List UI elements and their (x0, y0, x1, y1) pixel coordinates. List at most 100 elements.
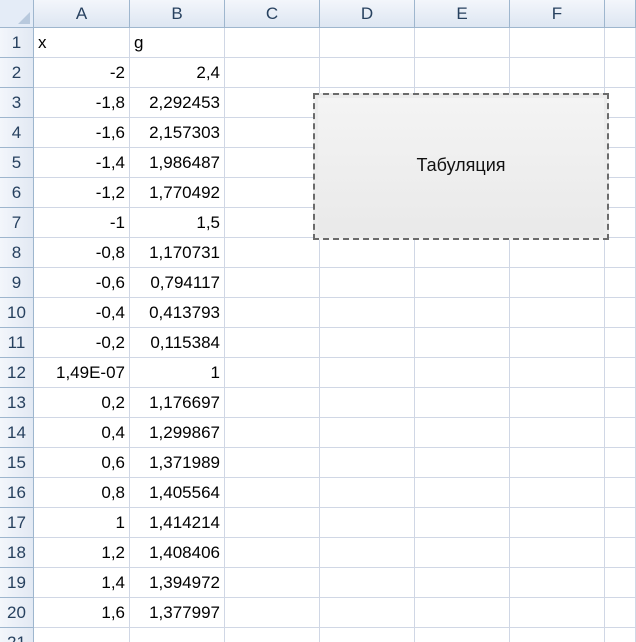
row-header[interactable]: 14 (0, 418, 34, 448)
cell[interactable] (510, 538, 605, 568)
cell[interactable] (605, 118, 636, 148)
cell[interactable] (415, 328, 510, 358)
row-header[interactable]: 5 (0, 148, 34, 178)
cell[interactable]: 0,794117 (130, 268, 225, 298)
cell[interactable] (415, 58, 510, 88)
cell[interactable]: -0,8 (34, 238, 130, 268)
row-header[interactable]: 21 (0, 628, 34, 642)
row-header[interactable]: 15 (0, 448, 34, 478)
row-header[interactable]: 20 (0, 598, 34, 628)
cell[interactable] (225, 568, 320, 598)
cell[interactable] (510, 448, 605, 478)
cell[interactable]: -0,4 (34, 298, 130, 328)
cell[interactable] (510, 388, 605, 418)
cell[interactable] (605, 568, 636, 598)
cell[interactable] (225, 118, 320, 148)
cell[interactable] (605, 328, 636, 358)
cell[interactable] (415, 418, 510, 448)
row-header[interactable]: 2 (0, 58, 34, 88)
cell[interactable]: 0,4 (34, 418, 130, 448)
cell[interactable]: 1,170731 (130, 238, 225, 268)
cell[interactable]: 1,299867 (130, 418, 225, 448)
cell[interactable] (225, 448, 320, 478)
cell[interactable]: 1,408406 (130, 538, 225, 568)
row-header[interactable]: 3 (0, 88, 34, 118)
cell[interactable] (605, 238, 636, 268)
cell[interactable]: 1,49E-07 (34, 358, 130, 388)
cell[interactable] (605, 448, 636, 478)
cell[interactable]: 1,176697 (130, 388, 225, 418)
cell[interactable] (605, 28, 636, 58)
cell[interactable]: x (34, 28, 130, 58)
cell[interactable]: -1 (34, 208, 130, 238)
cell[interactable] (605, 148, 636, 178)
cell[interactable]: 1 (130, 358, 225, 388)
cell[interactable]: -2 (34, 58, 130, 88)
cell[interactable] (225, 388, 320, 418)
tabulation-button[interactable]: Табуляция (313, 93, 609, 240)
cell[interactable] (225, 598, 320, 628)
cell[interactable] (225, 178, 320, 208)
cell[interactable] (415, 238, 510, 268)
cell[interactable]: -1,8 (34, 88, 130, 118)
cell[interactable] (415, 568, 510, 598)
cell[interactable]: -0,6 (34, 268, 130, 298)
row-header[interactable]: 17 (0, 508, 34, 538)
cell[interactable] (320, 448, 415, 478)
cell[interactable] (415, 268, 510, 298)
cell[interactable]: 2,157303 (130, 118, 225, 148)
cell[interactable] (510, 28, 605, 58)
cell[interactable] (605, 88, 636, 118)
cell[interactable] (510, 358, 605, 388)
cell[interactable]: 2,292453 (130, 88, 225, 118)
cell[interactable]: 1,770492 (130, 178, 225, 208)
cell[interactable] (320, 568, 415, 598)
cell[interactable] (320, 628, 415, 642)
cell[interactable]: 1,377997 (130, 598, 225, 628)
cell[interactable]: 2,4 (130, 58, 225, 88)
row-header[interactable]: 18 (0, 538, 34, 568)
row-header[interactable]: 16 (0, 478, 34, 508)
cell[interactable] (415, 478, 510, 508)
cell[interactable] (320, 268, 415, 298)
cell[interactable] (415, 598, 510, 628)
cell[interactable] (225, 208, 320, 238)
row-header[interactable]: 4 (0, 118, 34, 148)
cell[interactable]: 1,5 (130, 208, 225, 238)
cell[interactable]: g (130, 28, 225, 58)
cell[interactable] (320, 298, 415, 328)
cell[interactable] (605, 358, 636, 388)
column-header-f[interactable]: F (510, 0, 605, 28)
cell[interactable] (605, 178, 636, 208)
cell[interactable] (605, 598, 636, 628)
column-header-e[interactable]: E (415, 0, 510, 28)
cell[interactable] (225, 238, 320, 268)
column-header-b[interactable]: B (130, 0, 225, 28)
row-header[interactable]: 7 (0, 208, 34, 238)
cell[interactable] (320, 538, 415, 568)
cell[interactable] (225, 358, 320, 388)
cell[interactable] (510, 478, 605, 508)
cell[interactable]: 0,6 (34, 448, 130, 478)
cell[interactable] (320, 58, 415, 88)
cell[interactable]: 1,4 (34, 568, 130, 598)
cell[interactable] (320, 478, 415, 508)
cell[interactable] (415, 388, 510, 418)
cell[interactable]: -1,6 (34, 118, 130, 148)
column-header-c[interactable]: C (225, 0, 320, 28)
column-header-d[interactable]: D (320, 0, 415, 28)
cell[interactable] (415, 508, 510, 538)
row-header[interactable]: 11 (0, 328, 34, 358)
row-header[interactable]: 6 (0, 178, 34, 208)
cell[interactable] (415, 358, 510, 388)
cell[interactable] (415, 448, 510, 478)
cell[interactable] (320, 328, 415, 358)
cell[interactable] (510, 238, 605, 268)
cell[interactable] (605, 208, 636, 238)
cell[interactable] (225, 328, 320, 358)
column-header-g[interactable] (605, 0, 636, 28)
cell[interactable] (225, 418, 320, 448)
row-header[interactable]: 13 (0, 388, 34, 418)
select-all-corner[interactable] (0, 0, 34, 28)
cell[interactable]: 0,8 (34, 478, 130, 508)
